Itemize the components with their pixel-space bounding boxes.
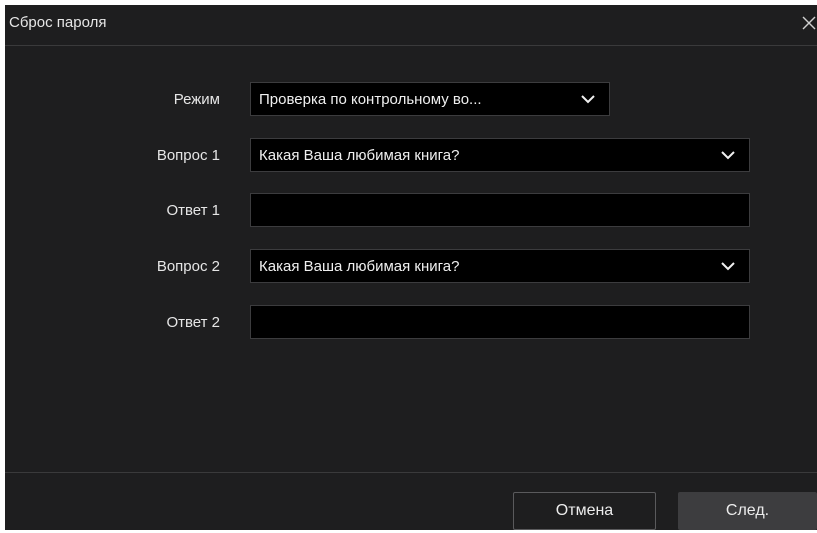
mode-select[interactable]: Проверка по контрольному во...	[250, 82, 610, 116]
mode-select-value: Проверка по контрольному во...	[259, 91, 482, 108]
close-icon[interactable]	[801, 15, 817, 31]
chevron-down-icon	[581, 95, 595, 104]
question2-select[interactable]: Какая Ваша любимая книга?	[250, 249, 750, 283]
answer1-input[interactable]	[250, 193, 750, 227]
answer1-label: Ответ 1	[166, 202, 220, 219]
answer2-input[interactable]	[250, 305, 750, 339]
mode-label: Режим	[173, 91, 220, 108]
dialog-titlebar: Сброс пароля	[5, 5, 817, 46]
chevron-down-icon	[721, 262, 735, 271]
question2-select-value: Какая Ваша любимая книга?	[259, 258, 460, 275]
question1-select[interactable]: Какая Ваша любимая книга?	[250, 138, 750, 172]
dialog-title: Сброс пароля	[9, 14, 107, 31]
question1-select-value: Какая Ваша любимая книга?	[259, 147, 460, 164]
footer-divider	[5, 472, 817, 473]
question2-label: Вопрос 2	[156, 258, 220, 275]
answer2-label: Ответ 2	[166, 314, 220, 331]
cancel-button[interactable]: Отмена	[513, 492, 656, 530]
reset-password-dialog: Сброс пароля Режим Проверка по контрольн…	[5, 5, 817, 530]
chevron-down-icon	[721, 151, 735, 160]
question1-label: Вопрос 1	[156, 147, 220, 164]
next-button[interactable]: След.	[678, 492, 817, 530]
